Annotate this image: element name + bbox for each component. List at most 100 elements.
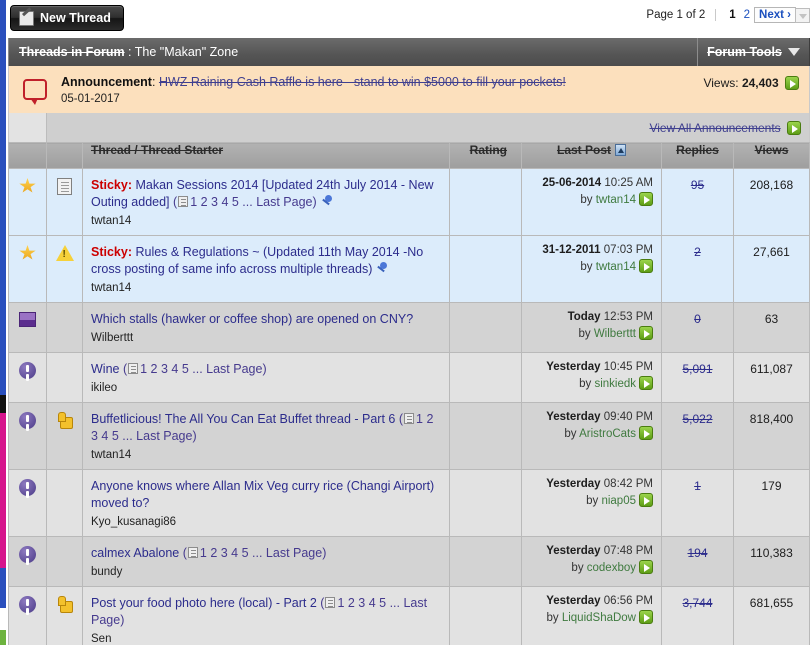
- views-cell: 27,661: [733, 235, 810, 303]
- replies-cell: 2: [661, 235, 734, 303]
- table-row[interactable]: calmex Abalone (1 2 3 4 5 ... Last Page)…: [8, 536, 810, 587]
- next-page-button[interactable]: Next ›: [754, 7, 796, 23]
- thread-title[interactable]: Wine (1 2 3 4 5 ... Last Page): [91, 361, 443, 378]
- go-arrow-icon[interactable]: [639, 610, 653, 624]
- rating-cell: [449, 402, 522, 470]
- replies-count[interactable]: 2: [694, 245, 701, 259]
- table-header-row: Thread / Thread Starter Rating Last Post…: [8, 142, 810, 169]
- replies-count[interactable]: 95: [691, 178, 704, 192]
- threads-table-head: Thread / Thread Starter Rating Last Post…: [8, 142, 810, 169]
- last-post-author-link[interactable]: twtan14: [596, 194, 636, 206]
- column-header-last-post[interactable]: Last Post: [521, 142, 662, 169]
- thread-title-link[interactable]: calmex Abalone: [91, 546, 179, 560]
- page-link-2[interactable]: 2: [740, 9, 754, 21]
- thread-title-link[interactable]: Which stalls (hawker or coffee shop) are…: [91, 312, 413, 326]
- thumbs-up-icon: [56, 412, 73, 429]
- table-row[interactable]: Post your food photo here (local) - Part…: [8, 586, 810, 645]
- page-links[interactable]: 1 2 3 4 5 ... Last Page: [200, 546, 322, 560]
- table-row[interactable]: Sticky: Makan Sessions 2014 [Updated 24t…: [8, 168, 810, 236]
- view-all-spacer: [9, 113, 47, 142]
- forum-tools-button[interactable]: Forum Tools: [697, 38, 809, 66]
- column-header-views[interactable]: Views: [733, 142, 810, 169]
- replies-count[interactable]: 194: [687, 546, 707, 560]
- replies-cell: 3,744: [661, 586, 734, 645]
- last-post-author-line: by LiquidShaDow: [526, 610, 653, 624]
- sort-ascending-icon[interactable]: [615, 144, 626, 156]
- replies-count[interactable]: 5,022: [682, 412, 712, 426]
- replies-count[interactable]: 5,091: [682, 362, 712, 376]
- announcement-views: Views: 24,403: [649, 66, 809, 113]
- go-arrow-icon[interactable]: [639, 426, 653, 440]
- last-post-author-link[interactable]: AristroCats: [579, 428, 636, 440]
- new-thread-button[interactable]: New Thread: [10, 5, 124, 31]
- thread-title[interactable]: Post your food photo here (local) - Part…: [91, 595, 443, 629]
- go-arrow-icon[interactable]: [785, 76, 799, 90]
- thread-type-cell: [46, 302, 83, 353]
- multipage-icon: [128, 363, 139, 374]
- thread-title-link[interactable]: Anyone knows where Allan Mix Veg curry r…: [91, 479, 434, 510]
- thread-info-cell: Sticky: Rules & Regulations ~ (Updated 1…: [82, 235, 450, 303]
- thread-title[interactable]: Which stalls (hawker or coffee shop) are…: [91, 311, 443, 328]
- table-row[interactable]: Anyone knows where Allan Mix Veg curry r…: [8, 469, 810, 537]
- go-arrow-icon[interactable]: [787, 120, 801, 135]
- table-row[interactable]: Sticky: Rules & Regulations ~ (Updated 1…: [8, 235, 810, 303]
- go-arrow-icon[interactable]: [639, 192, 653, 206]
- table-row[interactable]: Buffetlicious! The All You Can Eat Buffe…: [8, 402, 810, 470]
- replies-count[interactable]: 0: [694, 312, 701, 326]
- thread-title-link[interactable]: Wine: [91, 362, 119, 376]
- thread-starter[interactable]: Sen: [91, 633, 443, 645]
- table-row[interactable]: Which stalls (hawker or coffee shop) are…: [8, 302, 810, 353]
- last-post-author-link[interactable]: codexboy: [587, 562, 636, 574]
- multipage-icon: [404, 413, 415, 424]
- thread-title[interactable]: Sticky: Rules & Regulations ~ (Updated 1…: [91, 244, 443, 278]
- thread-type-cell: [46, 402, 83, 470]
- last-post-label: Last Post: [556, 143, 611, 157]
- views-cell: 179: [733, 469, 810, 537]
- column-header-thread[interactable]: Thread / Thread Starter: [82, 142, 450, 169]
- last-post-author-link[interactable]: LiquidShaDow: [562, 612, 636, 624]
- column-header-rating[interactable]: Rating: [449, 142, 522, 169]
- rating-cell: [449, 352, 522, 403]
- thread-info-cell: Buffetlicious! The All You Can Eat Buffe…: [82, 402, 450, 470]
- last-post-author-link[interactable]: niap05: [601, 495, 636, 507]
- hot-thread-icon: [19, 546, 36, 563]
- thread-status-cell: [8, 235, 47, 303]
- thread-starter[interactable]: Kyo_kusanagi86: [91, 516, 443, 528]
- thread-title[interactable]: calmex Abalone (1 2 3 4 5 ... Last Page): [91, 545, 443, 562]
- threads-table: Thread / Thread Starter Rating Last Post…: [8, 142, 810, 645]
- page-links[interactable]: 1 2 3 4 5 ... Last Page: [190, 195, 312, 209]
- views-cell: 110,383: [733, 536, 810, 587]
- replies-count[interactable]: 1: [694, 479, 701, 493]
- thread-starter[interactable]: ikileo: [91, 382, 443, 394]
- table-row[interactable]: Wine (1 2 3 4 5 ... Last Page) ikileo Yest…: [8, 352, 810, 403]
- thread-title[interactable]: Sticky: Makan Sessions 2014 [Updated 24t…: [91, 177, 443, 211]
- thread-title-link[interactable]: Post your food photo here (local) - Part…: [91, 596, 317, 610]
- thread-starter[interactable]: Wilberttt: [91, 332, 443, 344]
- chevron-down-icon[interactable]: [795, 7, 810, 23]
- last-post-author-link[interactable]: Wilberttt: [594, 328, 636, 340]
- go-arrow-icon[interactable]: [639, 259, 653, 273]
- last-post-author-link[interactable]: sinkiedk: [594, 378, 636, 390]
- thread-title-link[interactable]: Buffetlicious! The All You Can Eat Buffe…: [91, 412, 395, 426]
- thread-title[interactable]: Anyone knows where Allan Mix Veg curry r…: [91, 478, 443, 512]
- last-post-cell: Yesterday 10:45 PM by sinkiedk: [521, 352, 662, 403]
- replies-count[interactable]: 3,744: [682, 596, 712, 610]
- go-arrow-icon[interactable]: [639, 560, 653, 574]
- thread-info-cell: Anyone knows where Allan Mix Veg curry r…: [82, 469, 450, 537]
- edge-strip-segment: [0, 608, 6, 630]
- thread-title[interactable]: Buffetlicious! The All You Can Eat Buffe…: [91, 411, 443, 445]
- last-post-author-link[interactable]: twtan14: [596, 261, 636, 273]
- thread-starter[interactable]: bundy: [91, 566, 443, 578]
- page-links[interactable]: 1 2 3 4 5 ... Last Page: [140, 362, 262, 376]
- view-all-announcements-link[interactable]: View All Announcements: [649, 121, 780, 135]
- thread-title-link[interactable]: Rules & Regulations ~ (Updated 11th May …: [91, 245, 423, 276]
- go-arrow-icon[interactable]: [639, 326, 653, 340]
- thread-starter[interactable]: twtan14: [91, 282, 443, 294]
- go-arrow-icon[interactable]: [639, 376, 653, 390]
- announcement-title-link[interactable]: HWZ Raining Cash Raffle is here - stand …: [159, 75, 566, 89]
- thread-starter[interactable]: twtan14: [91, 449, 443, 461]
- column-header-replies[interactable]: Replies: [661, 142, 734, 169]
- thread-starter[interactable]: twtan14: [91, 215, 443, 227]
- last-post-datetime: Yesterday 07:48 PM: [526, 545, 653, 557]
- go-arrow-icon[interactable]: [639, 493, 653, 507]
